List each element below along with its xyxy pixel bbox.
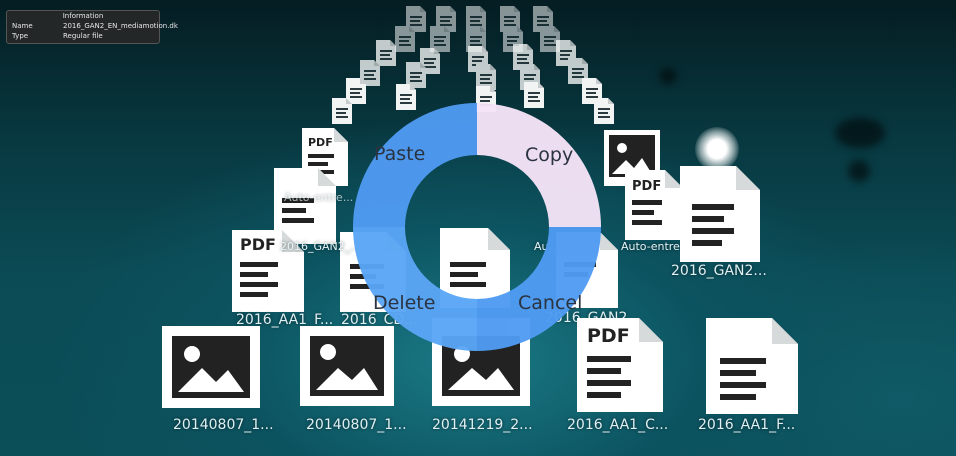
information-panel: Information Name 2016_GAN2_EN_mediamotio… (6, 10, 178, 44)
cancel-segment[interactable] (477, 227, 601, 351)
type-key: Type (12, 32, 29, 40)
paste-segment[interactable] (353, 103, 477, 227)
file-browser-3d-scene: PDF PDF Auto-entre... 2016_GAN2... PDF 2… (0, 0, 956, 456)
delete-segment[interactable] (353, 227, 477, 351)
name-key: Name (12, 22, 33, 30)
radial-context-menu (353, 103, 601, 351)
type-value: Regular file (63, 32, 103, 40)
name-value: 2016_GAN2_EN_mediamotion.dk (63, 22, 178, 30)
info-header: Information (62, 12, 104, 20)
copy-label[interactable]: Copy (525, 144, 573, 166)
delete-label[interactable]: Delete (373, 292, 435, 314)
cancel-label[interactable]: Cancel (518, 292, 582, 314)
paste-label[interactable]: Paste (374, 143, 425, 165)
